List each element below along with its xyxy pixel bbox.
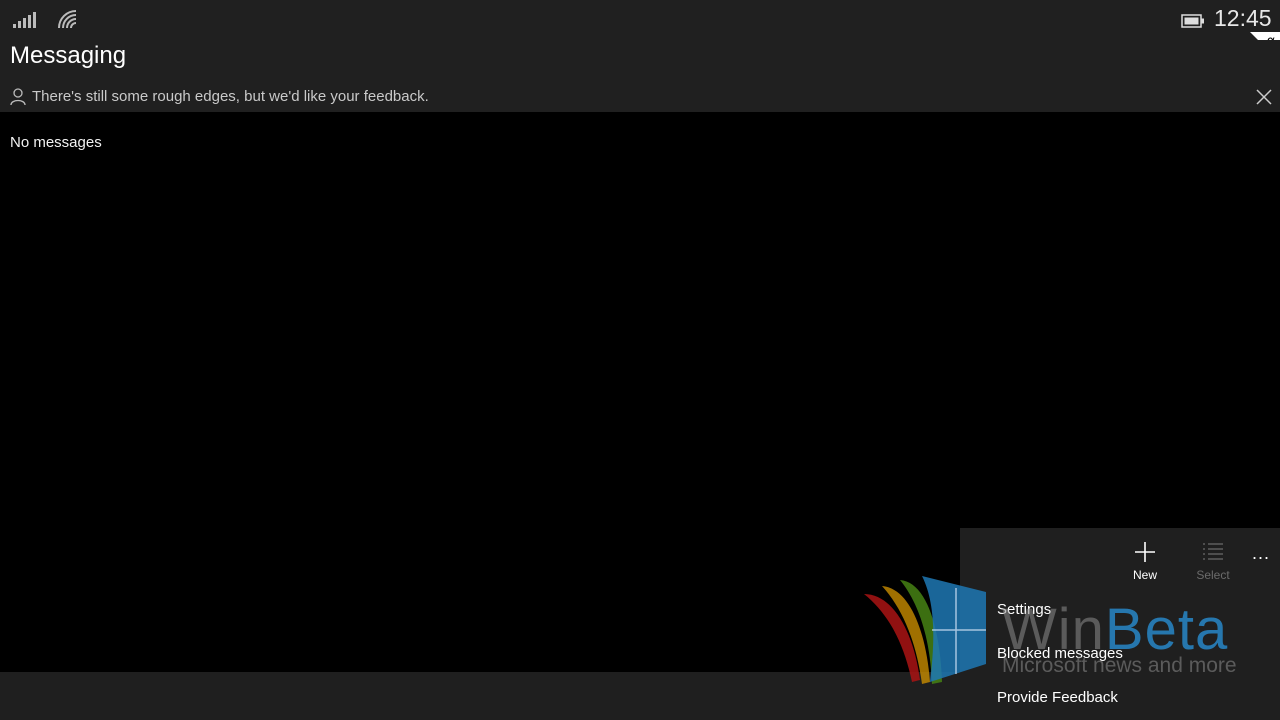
person-icon (10, 88, 26, 106)
select-button-label: Select (1196, 568, 1230, 582)
plus-icon (1135, 542, 1155, 562)
clock: 12:45 (1214, 5, 1272, 31)
wifi-icon (58, 10, 77, 29)
list-select-icon (1203, 543, 1223, 560)
feedback-text: There's still some rough edges, but we'd… (32, 88, 429, 105)
header: Messaging There's still some rough edges… (0, 40, 1280, 112)
app-bar-menu: New Select ... Settings Blocked messages… (960, 528, 1280, 720)
menu-item-blocked-messages[interactable]: Blocked messages (997, 645, 1123, 662)
more-options-button[interactable]: ... (1248, 544, 1274, 566)
new-button-label: New (1132, 568, 1157, 582)
empty-state-text: No messages (10, 134, 102, 151)
menu-item-provide-feedback[interactable]: Provide Feedback (997, 689, 1118, 706)
close-icon[interactable] (1254, 87, 1274, 107)
battery-icon (1181, 14, 1204, 28)
page-title: Messaging (10, 42, 127, 69)
menu-item-settings[interactable]: Settings (997, 601, 1051, 618)
feedback-banner[interactable]: There's still some rough edges, but we'd… (0, 84, 1280, 112)
status-bar: 12:45 (0, 0, 1280, 40)
signal-icon (13, 12, 36, 28)
new-button[interactable]: New (1120, 538, 1170, 584)
select-button[interactable]: Select (1188, 538, 1238, 584)
